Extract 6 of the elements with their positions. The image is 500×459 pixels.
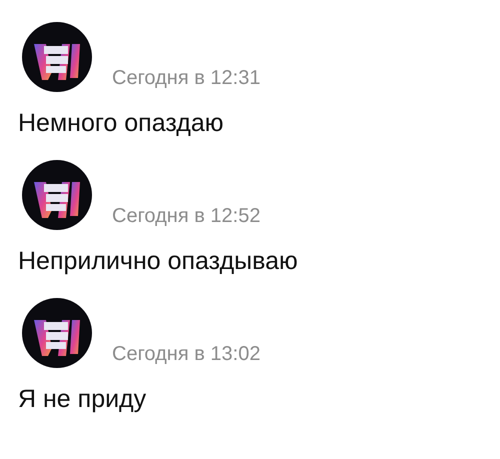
message-text: Неприлично опаздываю: [18, 246, 299, 276]
message-time: Сегодня в 12:31: [112, 67, 260, 91]
message-time: Сегодня в 12:52: [112, 205, 260, 229]
message-text: Немного опаздаю: [18, 108, 224, 138]
message-text: Я не приду: [18, 384, 148, 414]
message-time: Сегодня в 13:02: [112, 343, 260, 367]
